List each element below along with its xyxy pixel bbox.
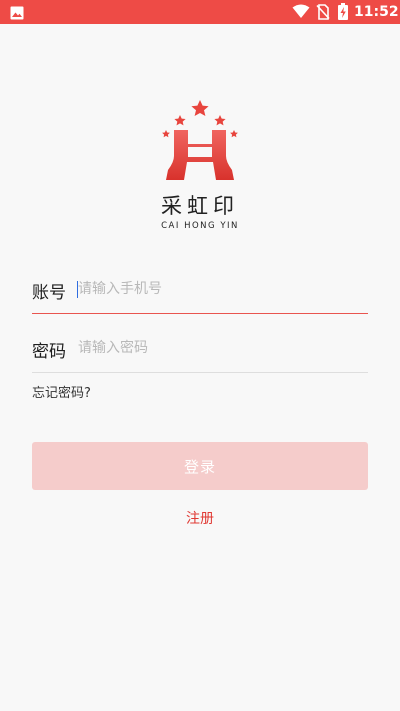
wifi-icon xyxy=(292,4,310,23)
register-link[interactable]: 注册 xyxy=(0,508,400,528)
password-underline xyxy=(32,372,368,373)
password-label: 密码 xyxy=(32,342,66,362)
status-bar: 11:52 xyxy=(0,0,400,24)
status-time: 11:52 xyxy=(354,4,399,20)
battery-charging-icon xyxy=(338,3,348,24)
forgot-password-link[interactable]: 忘记密码? xyxy=(32,382,91,401)
text-cursor xyxy=(77,281,78,298)
login-button[interactable]: 登录 xyxy=(32,442,368,490)
login-screen: 11:52 采虹印 CAI HONG YIN 账号 请输入手机号 密码 忘记密码… xyxy=(0,0,400,711)
image-icon xyxy=(10,5,24,24)
phone-underline xyxy=(32,313,368,314)
phone-input[interactable] xyxy=(76,277,358,301)
brand-name-en: CAI HONG YIN xyxy=(161,221,239,231)
brand-logo xyxy=(160,100,240,182)
password-input[interactable] xyxy=(76,336,358,360)
phone-label: 账号 xyxy=(32,283,66,303)
phone-field: 账号 xyxy=(32,268,368,314)
password-field: 密码 xyxy=(32,327,368,373)
brand-name-cn: 采虹印 xyxy=(161,194,239,218)
no-sim-icon xyxy=(316,4,330,24)
